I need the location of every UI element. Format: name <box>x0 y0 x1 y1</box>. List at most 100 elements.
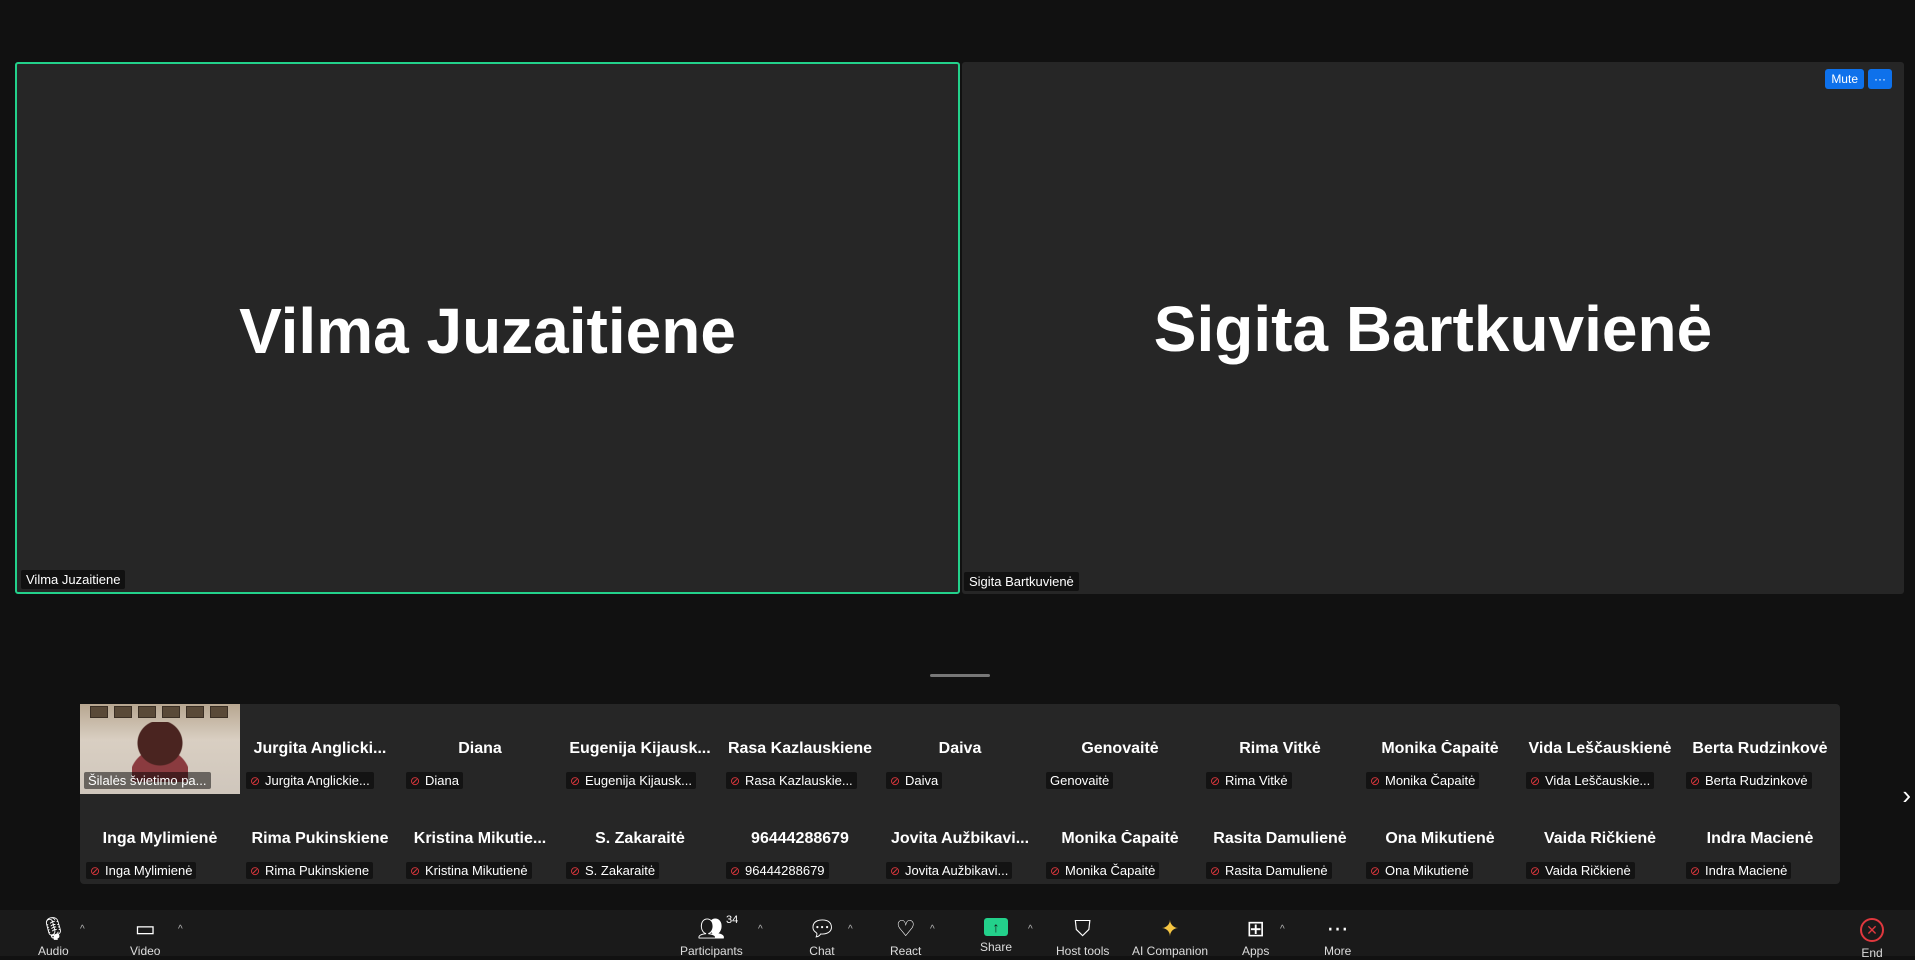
participant-label: ⊘ Berta Rudzinkovė <box>1686 772 1812 789</box>
participant-label-text: Vaida Ričkienė <box>1545 863 1631 878</box>
participant-tile[interactable]: Rasita Damulienė ⊘ Rasita Damulienė <box>1200 794 1360 884</box>
resize-handle[interactable] <box>930 674 990 677</box>
participant-tile[interactable]: Ona Mikutienė ⊘ Ona Mikutienė <box>1360 794 1520 884</box>
participant-tile[interactable]: Vida Leščauskienė ⊘ Vida Leščauskie... <box>1520 704 1680 794</box>
participant-tile[interactable]: Genovaitė Genovaitė <box>1040 704 1200 794</box>
participant-tile[interactable]: Kristina Mikutie... ⊘ Kristina Mikutienė <box>400 794 560 884</box>
participant-label: ⊘ Diana <box>406 772 463 789</box>
participant-display-name: Jovita Aužbikavi... <box>890 830 1030 847</box>
muted-microphone-icon: ⊘ <box>250 863 261 878</box>
participant-label-text: 96444288679 <box>745 863 825 878</box>
share-screen-icon: ↑ <box>984 918 1009 936</box>
participant-tile[interactable]: Indra Macienė ⊘ Indra Macienė <box>1680 794 1840 884</box>
participant-label: ⊘ Monika Čapaitė <box>1046 862 1160 879</box>
video-options-caret-icon[interactable]: ^ <box>178 924 183 935</box>
participant-row-2: Inga Mylimienė ⊘ Inga Mylimienė Rima Pukins… <box>80 794 1840 884</box>
chat-button[interactable]: 💬︎ Chat <box>808 918 836 959</box>
next-page-arrow-icon[interactable]: › <box>1902 780 1911 811</box>
meeting-toolbar: 🎙︎ Audio ^ ▭ Video ^ 👥︎ Participants 34 … <box>0 910 1915 960</box>
participant-label: ⊘ Monika Čapaitė <box>1366 772 1480 789</box>
background-frames <box>80 704 240 722</box>
participant-display-name: Daiva <box>938 740 982 757</box>
mute-button[interactable]: Mute <box>1825 69 1864 89</box>
more-options-button[interactable]: ··· <box>1868 69 1892 89</box>
apps-button[interactable]: ⊞ Apps <box>1242 918 1269 959</box>
muted-microphone-icon: ⊘ <box>1690 773 1701 788</box>
participant-display-name: Inga Mylimienė <box>102 830 218 847</box>
heart-icon: ♡ <box>895 916 916 941</box>
participant-tile-video[interactable]: Šilalės švietimo pa... <box>80 704 240 794</box>
muted-microphone-icon: ⊘ <box>1050 863 1061 878</box>
participant-tile[interactable]: Jurgita Anglicki... ⊘ Jurgita Anglickie... <box>240 704 400 794</box>
microphone-icon: 🎙︎ <box>39 916 68 941</box>
participant-label: Genovaitė <box>1046 772 1114 789</box>
participant-display-name: Berta Rudzinkovė <box>1692 740 1828 757</box>
participant-tile[interactable]: Diana ⊘ Diana <box>400 704 560 794</box>
share-label: Share <box>980 940 1013 954</box>
participant-tile[interactable]: Monika Čapaitė ⊘ Monika Čapaitė <box>1040 794 1200 884</box>
participant-tile[interactable]: S. Zakaraitė ⊘ S. Zakaraitė <box>560 794 720 884</box>
participant-display-name: Monika Čapaitė <box>1381 740 1499 757</box>
participant-label: ⊘ Ona Mikutienė <box>1366 862 1473 879</box>
participant-label-text: Eugenija Kijausk... <box>585 773 692 788</box>
shield-icon: ⛉ <box>1074 916 1091 941</box>
tile-display-name: Sigita Bartkuvienė <box>1153 293 1713 365</box>
participant-display-name: Jurgita Anglicki... <box>253 740 387 757</box>
muted-microphone-icon: ⊘ <box>410 773 421 788</box>
audio-options-caret-icon[interactable]: ^ <box>80 924 85 935</box>
participant-label-text: S. Zakaraitė <box>585 863 656 878</box>
participant-display-name: Indra Macienė <box>1706 830 1814 847</box>
video-tile-sigita[interactable]: Mute ··· Sigita Bartkuvienė Sigita Bartk… <box>962 62 1904 594</box>
participant-display-name: Diana <box>458 740 502 757</box>
muted-microphone-icon: ⊘ <box>1210 773 1221 788</box>
participant-label-text: Rima Pukinskiene <box>265 863 370 878</box>
participant-tile[interactable]: Daiva ⊘ Daiva <box>880 704 1040 794</box>
participant-tile[interactable]: Vaida Ričkienė ⊘ Vaida Ričkienė <box>1520 794 1680 884</box>
host-tools-button[interactable]: ⛉ Host tools <box>1056 916 1109 959</box>
participant-display-name: Rima Pukinskiene <box>251 830 389 847</box>
participant-tile[interactable]: Inga Mylimienė ⊘ Inga Mylimienė <box>80 794 240 884</box>
react-button[interactable]: ♡ React <box>890 916 921 959</box>
participant-tile[interactable]: Rima Vitkė ⊘ Rima Vitkė <box>1200 704 1360 794</box>
participant-label-text: Indra Macienė <box>1705 863 1788 878</box>
participants-icon: 👥︎ <box>697 916 726 941</box>
ai-companion-button[interactable]: ✦ AI Companion <box>1132 918 1208 959</box>
participant-display-name: Rasa Kazlauskiene <box>727 740 873 757</box>
video-tile-vilma[interactable]: Vilma Juzaitiene Vilma Juzaitiene <box>15 62 960 594</box>
audio-button[interactable]: 🎙︎ Audio <box>38 916 69 959</box>
participant-label-text: Rasita Damulienė <box>1225 863 1328 878</box>
share-button[interactable]: ↑ Share <box>980 918 1012 954</box>
chat-options-caret-icon[interactable]: ^ <box>848 924 853 935</box>
participant-label: ⊘ Kristina Mikutienė <box>406 862 532 879</box>
participant-display-name: 96444288679 <box>751 830 849 847</box>
participant-label-text: Berta Rudzinkovė <box>1705 773 1808 788</box>
video-button[interactable]: ▭ Video <box>130 918 160 959</box>
more-button[interactable]: ⋯ More <box>1324 918 1351 959</box>
participant-label: ⊘ S. Zakaraitė <box>566 862 660 879</box>
participant-label-text: Genovaitė <box>1050 773 1110 788</box>
participant-tile[interactable]: Monika Čapaitė ⊘ Monika Čapaitė <box>1360 704 1520 794</box>
muted-microphone-icon: ⊘ <box>1530 863 1541 878</box>
participant-tile[interactable]: Jovita Aužbikavi... ⊘ Jovita Aužbikavi... <box>880 794 1040 884</box>
participant-tile[interactable]: Rasa Kazlauskiene ⊘ Rasa Kazlauskie... <box>720 704 880 794</box>
participant-tile[interactable]: Rima Pukinskiene ⊘ Rima Pukinskiene <box>240 794 400 884</box>
end-label: End <box>1861 946 1883 960</box>
participant-label-text: Daiva <box>905 773 939 788</box>
muted-microphone-icon: ⊘ <box>570 773 581 788</box>
participant-display-name: Ona Mikutienė <box>1385 830 1495 847</box>
apps-options-caret-icon[interactable]: ^ <box>1280 924 1285 935</box>
participant-label-text: Inga Mylimienė <box>105 863 193 878</box>
participant-display-name: Vida Leščauskienė <box>1528 740 1672 757</box>
share-options-caret-icon[interactable]: ^ <box>1028 924 1033 935</box>
participant-tile[interactable]: 96444288679 ⊘ 96444288679 <box>720 794 880 884</box>
participant-tile[interactable]: Eugenija Kijausk... ⊘ Eugenija Kijausk... <box>560 704 720 794</box>
participant-tile[interactable]: Berta Rudzinkovė ⊘ Berta Rudzinkovė <box>1680 704 1840 794</box>
participant-label-text: Diana <box>425 773 459 788</box>
participant-display-name: Genovaitė <box>1081 740 1159 757</box>
react-options-caret-icon[interactable]: ^ <box>930 924 935 935</box>
participant-label: ⊘ Daiva <box>886 772 943 789</box>
muted-microphone-icon: ⊘ <box>730 863 741 878</box>
participant-display-name: Rasita Damulienė <box>1213 830 1347 847</box>
end-button[interactable]: ✕ End <box>1860 918 1884 960</box>
participants-options-caret-icon[interactable]: ^ <box>758 924 763 935</box>
